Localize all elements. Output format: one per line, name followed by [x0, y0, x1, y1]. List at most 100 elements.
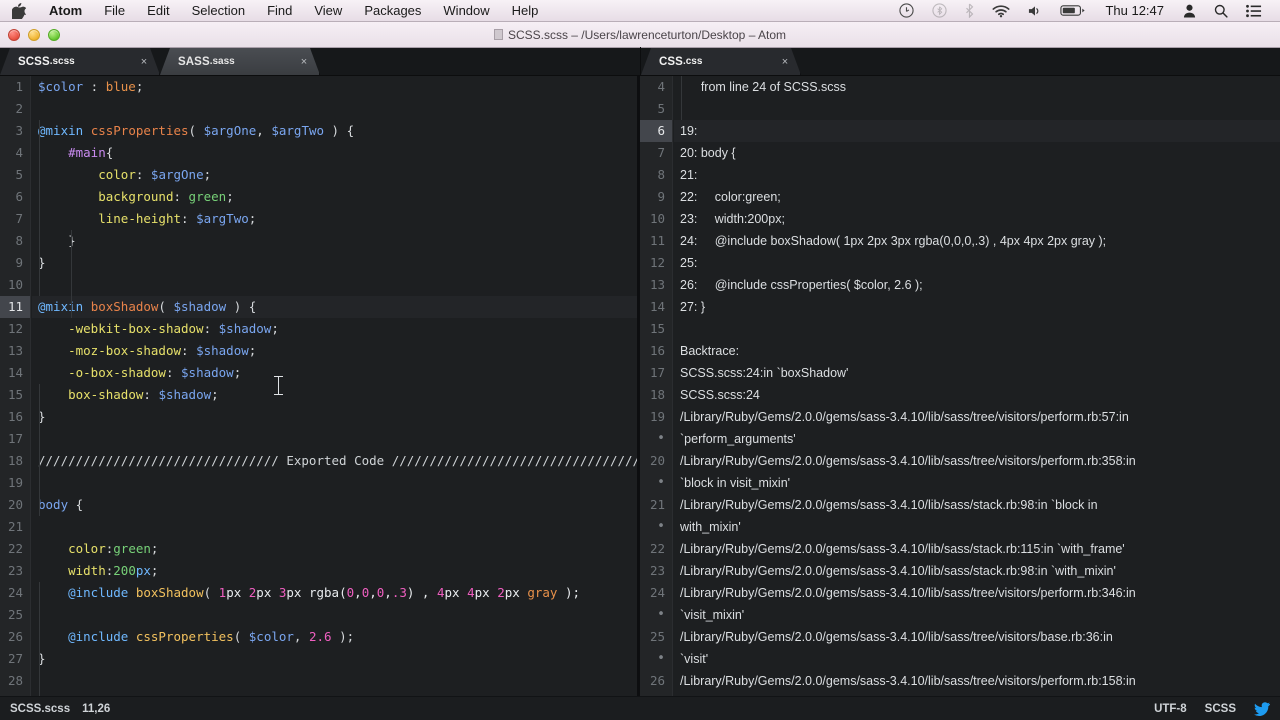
code-line-26[interactable]: @include cssProperties( $color, 2.6 );: [32, 626, 637, 648]
gutter-line-22[interactable]: 22: [640, 538, 672, 560]
apple-logo-icon[interactable]: [0, 2, 38, 19]
menu-item-edit[interactable]: Edit: [136, 0, 180, 22]
status-file-name[interactable]: SCSS.scss: [10, 703, 70, 715]
gutter-line-15[interactable]: 15: [640, 318, 672, 340]
output-line-17[interactable]: /Library/Ruby/Gems/2.0.0/gems/sass-3.4.1…: [674, 450, 1280, 472]
menu-item-selection[interactable]: Selection: [181, 0, 256, 22]
code-line-25[interactable]: [32, 604, 637, 626]
code-line-24[interactable]: @include boxShadow( 1px 2px 3px rgba(0,0…: [32, 582, 637, 604]
output-line-26[interactable]: `visit': [674, 648, 1280, 670]
search-icon[interactable]: [1205, 4, 1237, 18]
code-line-9[interactable]: }: [32, 252, 637, 274]
gutter-line-18[interactable]: 18: [0, 450, 30, 472]
gutter-line-12[interactable]: 12: [0, 318, 30, 340]
status-encoding[interactable]: UTF-8: [1154, 703, 1187, 715]
code-line-13[interactable]: -moz-box-shadow: $shadow;: [32, 340, 637, 362]
code-line-4[interactable]: #main{: [32, 142, 637, 164]
gutter-line-19[interactable]: 19: [0, 472, 30, 494]
gutter-line-12[interactable]: 12: [640, 252, 672, 274]
gutter-line-26[interactable]: 26: [0, 626, 30, 648]
code-line-12[interactable]: -webkit-box-shadow: $shadow;: [32, 318, 637, 340]
output-line-21[interactable]: /Library/Ruby/Gems/2.0.0/gems/sass-3.4.1…: [674, 538, 1280, 560]
notification-center-icon[interactable]: [1237, 4, 1271, 18]
gutter-line-17[interactable]: 17: [640, 362, 672, 384]
gutter-line-2[interactable]: 2: [0, 98, 30, 120]
gutter-line-20[interactable]: 20: [0, 494, 30, 516]
status-cursor-position[interactable]: 11,26: [82, 703, 110, 715]
gutter-line-22[interactable]: 22: [0, 538, 30, 560]
gutter-line-21[interactable]: 21: [0, 516, 30, 538]
output-line-4[interactable]: 21:: [674, 164, 1280, 186]
output-line-9[interactable]: 26: @include cssProperties( $color, 2.6 …: [674, 274, 1280, 296]
code-line-2[interactable]: [32, 98, 637, 120]
gutter-line-3[interactable]: 3: [0, 120, 30, 142]
output-line-20[interactable]: with_mixin': [674, 516, 1280, 538]
gutter-line-11[interactable]: 11: [640, 230, 672, 252]
output-line-27[interactable]: /Library/Ruby/Gems/2.0.0/gems/sass-3.4.1…: [674, 670, 1280, 692]
line-number-gutter-right[interactable]: 4 5 6 7 8 9 10 11 12 13 14 15 16 17 18 19 • 20 • 21 • 22 23 24 •…: [640, 76, 673, 696]
code-line-28[interactable]: [32, 670, 637, 692]
gutter-line-6[interactable]: 6: [0, 186, 30, 208]
code-content-css[interactable]: from line 24 of SCSS.scss 19: 20: body {2…: [674, 76, 1280, 692]
output-line-7[interactable]: 24: @include boxShadow( 1px 2px 3px rgba…: [674, 230, 1280, 252]
code-line-16[interactable]: }: [32, 406, 637, 428]
code-line-11[interactable]: @mixin boxShadow( $shadow ) {: [32, 296, 637, 318]
line-number-gutter-left[interactable]: 1 2 3 4 5 6 7 8 9 10 11 12 13 14 15 16 17 18 19 20 21 22 23 24 2…: [0, 76, 31, 696]
gutter-line-21[interactable]: 21: [640, 494, 672, 516]
gutter-wrap-marker[interactable]: •: [640, 604, 672, 626]
gutter-line-15[interactable]: 15: [0, 384, 30, 406]
code-line-20[interactable]: body {: [32, 494, 637, 516]
code-line-1[interactable]: $color : blue;: [32, 76, 637, 98]
gutter-line-28[interactable]: 28: [0, 670, 30, 692]
gutter-line-10[interactable]: 10: [0, 274, 30, 296]
editor-pane-scss[interactable]: 1 2 3 4 5 6 7 8 9 10 11 12 13 14 15 16 17 18 19 20 21 22 23 24 2…: [0, 76, 637, 696]
gutter-line-13[interactable]: 13: [0, 340, 30, 362]
gutter-line-23[interactable]: 23: [640, 560, 672, 582]
gutter-line-24[interactable]: 24: [0, 582, 30, 604]
code-line-3[interactable]: @mixin cssProperties( $argOne, $argTwo )…: [32, 120, 637, 142]
output-line-25[interactable]: /Library/Ruby/Gems/2.0.0/gems/sass-3.4.1…: [674, 626, 1280, 648]
menu-item-window[interactable]: Window: [432, 0, 500, 22]
output-line-14[interactable]: SCSS.scss:24: [674, 384, 1280, 406]
output-line-11[interactable]: [674, 318, 1280, 340]
document-proxy-icon[interactable]: [493, 29, 503, 40]
tab-close-icon[interactable]: ×: [137, 55, 151, 69]
code-line-14[interactable]: -o-box-shadow: $shadow;: [32, 362, 637, 384]
output-line-13[interactable]: SCSS.scss:24:in `boxShadow': [674, 362, 1280, 384]
volume-icon[interactable]: [1019, 4, 1051, 18]
output-line-22[interactable]: /Library/Ruby/Gems/2.0.0/gems/sass-3.4.1…: [674, 560, 1280, 582]
gutter-line-8[interactable]: 8: [640, 164, 672, 186]
gutter-line-27[interactable]: 27: [0, 648, 30, 670]
menubar-clock[interactable]: Thu 12:47: [1095, 3, 1174, 18]
code-line-8[interactable]: }: [32, 230, 637, 252]
gutter-line-6[interactable]: 6: [640, 120, 672, 142]
output-line-15[interactable]: /Library/Ruby/Gems/2.0.0/gems/sass-3.4.1…: [674, 406, 1280, 428]
gutter-line-5[interactable]: 5: [640, 98, 672, 120]
gutter-wrap-marker[interactable]: •: [640, 472, 672, 494]
code-line-10[interactable]: [32, 274, 637, 296]
user-icon[interactable]: [1174, 4, 1205, 18]
code-line-5[interactable]: color: $argOne;: [32, 164, 637, 186]
gutter-line-10[interactable]: 10: [640, 208, 672, 230]
code-line-7[interactable]: line-height: $argTwo;: [32, 208, 637, 230]
gutter-line-24[interactable]: 24: [640, 582, 672, 604]
tab-css-css[interactable]: CSS .css ×: [641, 48, 801, 75]
code-content-scss[interactable]: $color : blue; @mixin cssProperties( $ar…: [32, 76, 637, 692]
code-line-19[interactable]: [32, 472, 637, 494]
code-line-27[interactable]: }: [32, 648, 637, 670]
window-minimize-button[interactable]: [28, 29, 40, 41]
menu-item-view[interactable]: View: [303, 0, 353, 22]
gutter-line-9[interactable]: 9: [0, 252, 30, 274]
gutter-line-11[interactable]: 11: [0, 296, 30, 318]
output-line-3[interactable]: 20: body {: [674, 142, 1280, 164]
menu-item-packages[interactable]: Packages: [353, 0, 432, 22]
output-line-6[interactable]: 23: width:200px;: [674, 208, 1280, 230]
code-line-22[interactable]: color:green;: [32, 538, 637, 560]
tab-sass-sass[interactable]: SASS .sass ×: [160, 48, 320, 75]
code-line-17[interactable]: [32, 428, 637, 450]
airplay-icon[interactable]: [890, 3, 923, 18]
code-line-6[interactable]: background: green;: [32, 186, 637, 208]
bluetooth-glyph-icon[interactable]: [956, 3, 983, 18]
twitter-bird-icon[interactable]: [1254, 701, 1270, 716]
output-line-16[interactable]: `perform_arguments': [674, 428, 1280, 450]
